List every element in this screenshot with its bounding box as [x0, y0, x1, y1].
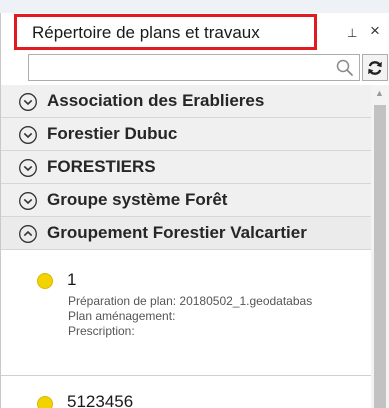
refresh-icon: [368, 60, 382, 75]
panel-title-bar: Répertoire de plans et travaux ⊥ ×: [1, 13, 389, 51]
search-row: [1, 51, 389, 85]
list-item[interactable]: 5123456: [1, 376, 371, 408]
list-scrollbar[interactable]: ▲: [371, 85, 389, 408]
item-id: 5123456: [67, 392, 134, 408]
group-header-expanded[interactable]: Groupement Forestier Valcartier: [1, 217, 371, 250]
chevron-down-icon: [19, 93, 37, 111]
group-label: Groupe système Forêt: [47, 190, 228, 209]
item-detail: Plan aménagement:: [68, 309, 176, 323]
group-label: FORESTIERS: [47, 157, 156, 176]
group-label: Forestier Dubuc: [47, 124, 178, 143]
item-detail: Préparation de plan: 20180502_1.geodatab…: [68, 294, 313, 308]
list-item[interactable]: 1 Préparation de plan: 20180502_1.geodat…: [1, 250, 371, 376]
chevron-down-icon: [19, 159, 37, 177]
group-header[interactable]: FORESTIERS: [1, 151, 371, 184]
group-header[interactable]: Groupe système Forêt: [1, 184, 371, 217]
window-background: [0, 0, 389, 13]
search-input[interactable]: [28, 54, 360, 81]
status-dot-icon: [37, 273, 53, 289]
chevron-down-icon: [19, 192, 37, 210]
search-icon[interactable]: [335, 58, 355, 78]
item-id: 1: [67, 270, 77, 289]
plans-list: Association des Erablieres Forestier Dub…: [1, 85, 389, 408]
group-header[interactable]: Association des Erablieres: [1, 85, 371, 118]
refresh-button[interactable]: [362, 54, 388, 81]
close-icon[interactable]: ×: [370, 21, 380, 41]
chevron-up-icon: [19, 225, 37, 243]
pin-icon[interactable]: ⊥: [347, 26, 357, 40]
scroll-up-icon[interactable]: ▲: [375, 88, 384, 98]
title-highlight-box: [14, 14, 317, 50]
group-header[interactable]: Forestier Dubuc: [1, 118, 371, 151]
group-label: Association des Erablieres: [47, 91, 265, 110]
plans-panel: Répertoire de plans et travaux ⊥ × Assoc: [0, 13, 389, 408]
chevron-down-icon: [19, 126, 37, 144]
scroll-thumb[interactable]: [374, 105, 386, 408]
group-label: Groupement Forestier Valcartier: [47, 223, 307, 242]
item-detail: Prescription:: [68, 324, 135, 338]
status-dot-icon: [37, 396, 53, 408]
